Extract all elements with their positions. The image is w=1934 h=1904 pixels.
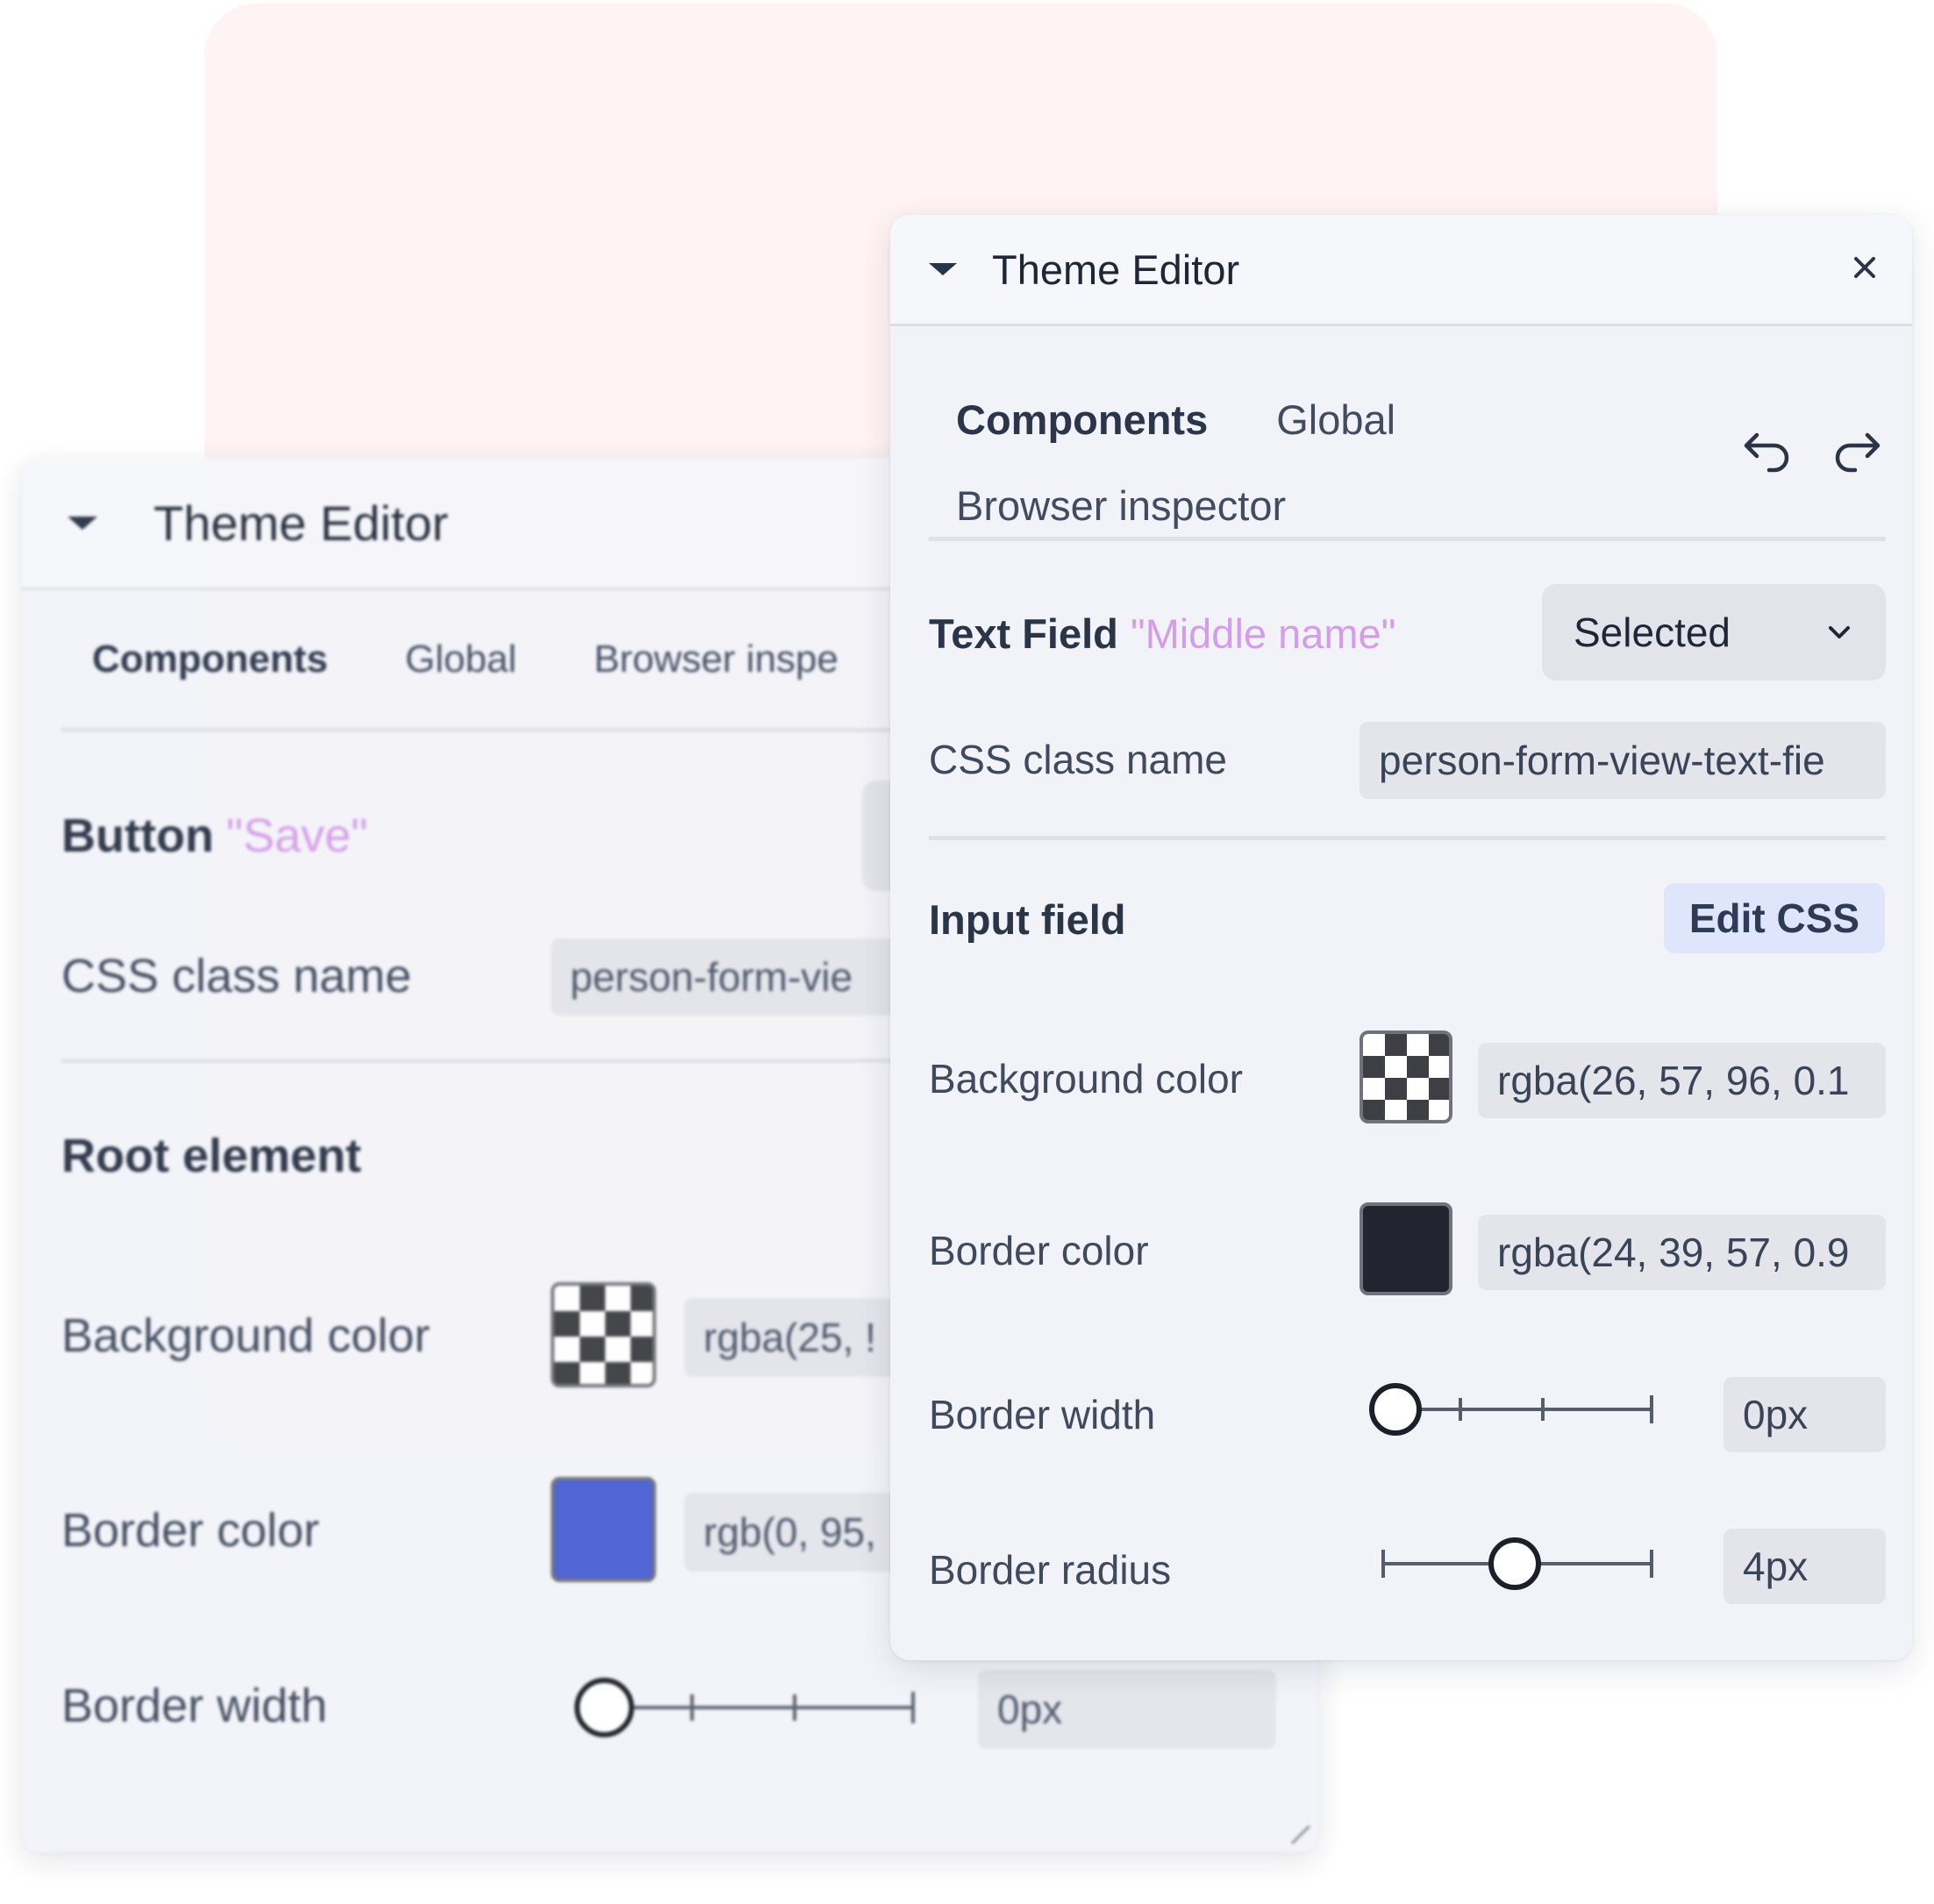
caret-down-icon[interactable] xyxy=(68,516,97,530)
border-width-field[interactable]: 0px xyxy=(1723,1377,1886,1452)
border-radius-label: Border radius xyxy=(929,1547,1172,1593)
panel-title: Theme Editor xyxy=(992,246,1240,293)
border-color-field[interactable]: rgba(24, 39, 57, 0.9 xyxy=(1478,1215,1886,1290)
component-type: Text Field xyxy=(929,610,1118,657)
border-width-field[interactable]: 0px xyxy=(978,1670,1276,1749)
component-name: "Save" xyxy=(225,809,368,862)
tab-components[interactable]: Components xyxy=(92,638,328,681)
edit-css-button[interactable]: Edit CSS xyxy=(1664,883,1885,953)
redo-button[interactable] xyxy=(1822,417,1892,487)
caret-down-icon[interactable] xyxy=(929,263,957,275)
border-color-swatch[interactable] xyxy=(1360,1202,1452,1295)
section-title: Input field xyxy=(929,896,1126,943)
panel-title: Theme Editor xyxy=(153,495,449,551)
component-heading: Text Field "Middle name" xyxy=(929,610,1395,658)
background-color-field[interactable]: rgba(26, 57, 96, 0.1 xyxy=(1478,1043,1886,1118)
background-color-label: Background color xyxy=(929,1056,1243,1102)
background-color-swatch[interactable] xyxy=(1360,1030,1452,1123)
resize-grip-icon[interactable] xyxy=(1288,1822,1311,1845)
theme-editor-panel: Theme Editor Components Global Browser i… xyxy=(890,215,1912,1660)
border-radius-field[interactable]: 4px xyxy=(1723,1529,1886,1604)
border-width-label: Border width xyxy=(929,1392,1156,1437)
undo-button[interactable] xyxy=(1732,417,1802,487)
state-dropdown[interactable]: Selected xyxy=(1542,584,1886,681)
panel-header: Theme Editor xyxy=(890,215,1912,326)
tab-bar: Components Global Browser inspector xyxy=(956,377,1500,549)
slider-knob[interactable] xyxy=(1369,1383,1422,1436)
css-class-label: CSS class name xyxy=(61,950,412,1002)
border-width-slider[interactable] xyxy=(1369,1381,1653,1437)
background-color-label: Background color xyxy=(61,1309,431,1362)
component-name: "Middle name" xyxy=(1130,610,1396,657)
tab-bar: Components Global Browser inspe xyxy=(92,638,914,681)
border-width-label: Border width xyxy=(61,1679,328,1732)
css-class-label: CSS class name xyxy=(929,737,1228,782)
border-color-swatch[interactable] xyxy=(551,1477,656,1582)
component-heading: Button "Save" xyxy=(61,809,368,863)
css-class-field[interactable]: person-form-view-text-fie xyxy=(1360,722,1886,799)
border-width-slider[interactable] xyxy=(574,1677,915,1738)
state-dropdown-value: Selected xyxy=(1574,610,1731,655)
tab-components[interactable]: Components xyxy=(956,377,1208,463)
divider xyxy=(929,537,1886,541)
tab-global[interactable]: Global xyxy=(1276,377,1395,463)
tab-global[interactable]: Global xyxy=(405,638,517,681)
chevron-down-icon xyxy=(1829,626,1850,638)
close-icon xyxy=(1854,257,1875,278)
undo-icon xyxy=(1744,432,1789,473)
tab-browser-inspector[interactable]: Browser inspe xyxy=(594,638,839,681)
divider xyxy=(929,836,1886,840)
component-type: Button xyxy=(61,809,214,862)
redo-icon xyxy=(1835,432,1880,473)
section-title: Root element xyxy=(61,1130,362,1182)
background-color-swatch[interactable] xyxy=(551,1282,656,1387)
slider-knob[interactable] xyxy=(574,1678,634,1737)
border-color-label: Border color xyxy=(61,1504,320,1557)
border-color-label: Border color xyxy=(929,1228,1149,1273)
slider-knob[interactable] xyxy=(1488,1537,1541,1590)
close-button[interactable] xyxy=(1838,241,1891,294)
border-radius-slider[interactable] xyxy=(1381,1536,1653,1592)
